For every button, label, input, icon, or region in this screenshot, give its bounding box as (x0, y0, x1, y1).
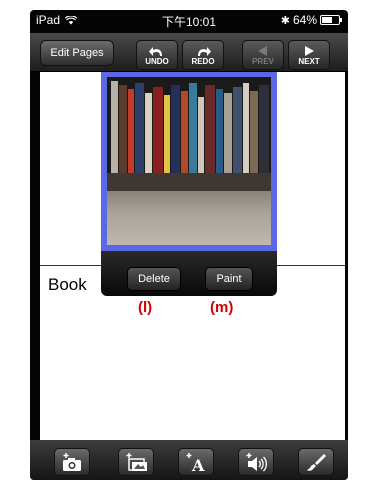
undo-button[interactable]: UNDO (136, 40, 178, 70)
battery-fill (322, 17, 333, 23)
bookshelf-photo (107, 77, 271, 245)
battery-percent: 64% (292, 13, 317, 27)
redo-label: REDO (191, 56, 215, 66)
status-right: ✱ 64% (280, 13, 342, 27)
svg-text:A: A (191, 456, 205, 472)
add-sound-button[interactable] (238, 448, 274, 476)
add-sound-icon (246, 453, 268, 472)
bottom-toolbar: A (30, 440, 348, 480)
undo-arrow-icon (149, 46, 162, 56)
status-bar: iPad 下午10:01 ✱ 64% (30, 10, 348, 30)
undo-redo-group: UNDO REDO (136, 40, 224, 70)
navigation-bar: Edit Pages UNDO REDO PREV NEXT (30, 33, 348, 72)
prev-arrow-icon (258, 45, 267, 56)
add-text-icon: A (186, 453, 205, 472)
edit-pages-button[interactable]: Edit Pages (40, 40, 114, 66)
paint-brush-button[interactable] (298, 448, 334, 476)
delete-button[interactable]: Delete (127, 267, 181, 291)
redo-button[interactable]: REDO (182, 40, 224, 70)
bluetooth-icon: ✱ (280, 14, 290, 27)
prev-label: PREV (252, 56, 274, 66)
battery-icon (320, 15, 342, 25)
add-photo-camera-icon (63, 453, 81, 471)
caption-m: (m) (210, 299, 234, 316)
undo-label: UNDO (145, 56, 169, 66)
prev-button[interactable]: PREV (242, 40, 284, 70)
photo-action-popup: Delete Paint (101, 251, 277, 296)
redo-arrow-icon (198, 46, 211, 56)
wall-area (107, 191, 271, 245)
next-button[interactable]: NEXT (288, 40, 330, 70)
caption-l: (l) (138, 299, 153, 316)
item-label[interactable]: Book (48, 275, 87, 295)
shelf-board (107, 173, 271, 191)
page-canvas: Book Delete Paint (l) (m) (40, 72, 345, 440)
selected-photo-frame[interactable] (101, 72, 277, 251)
paint-brush-icon (307, 454, 326, 471)
shelf-books-area (107, 77, 271, 177)
add-image-button[interactable] (118, 448, 154, 476)
next-label: NEXT (298, 56, 320, 66)
next-arrow-icon (305, 45, 314, 56)
add-photo-button[interactable] (54, 448, 90, 476)
paint-button[interactable]: Paint (205, 267, 253, 291)
add-image-icon (126, 453, 147, 471)
ipad-screen: iPad 下午10:01 ✱ 64% Edit Pages UNDO REDO (30, 10, 348, 480)
page-nav-group: PREV NEXT (242, 40, 330, 70)
add-text-button[interactable]: A (178, 448, 214, 476)
